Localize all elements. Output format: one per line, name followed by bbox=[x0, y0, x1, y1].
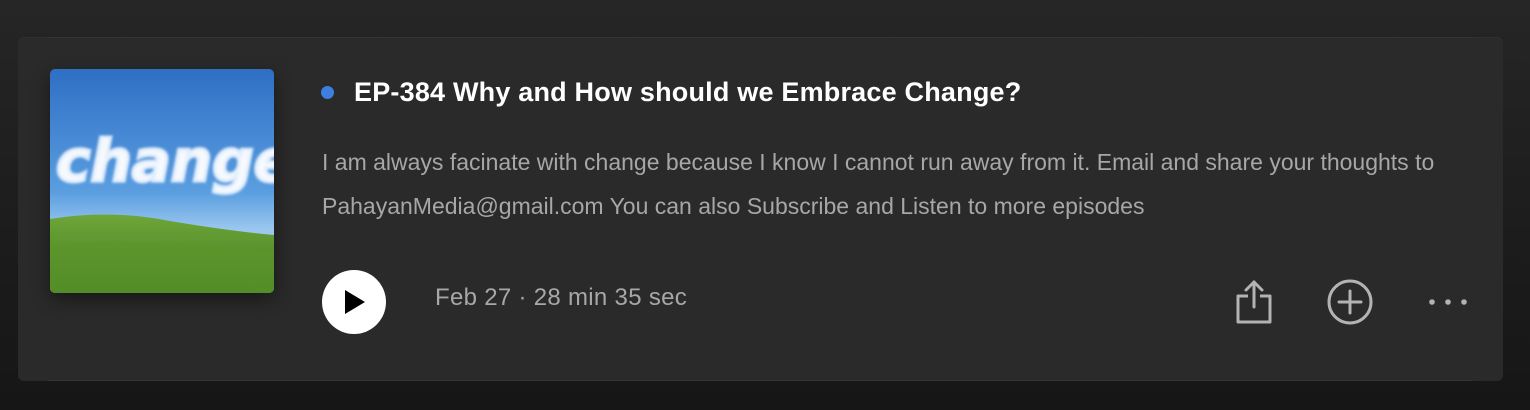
add-circle-icon bbox=[1327, 279, 1373, 325]
title-row: EP-384 Why and How should we Embrace Cha… bbox=[321, 77, 1021, 108]
share-icon bbox=[1236, 280, 1272, 324]
add-to-library-button[interactable] bbox=[1325, 275, 1375, 329]
more-options-button[interactable] bbox=[1423, 275, 1473, 329]
divider bbox=[48, 380, 1473, 381]
divider bbox=[48, 37, 1473, 38]
more-horizontal-icon bbox=[1429, 299, 1467, 305]
cover-title: change bbox=[56, 127, 274, 195]
play-icon bbox=[345, 290, 365, 314]
episode-cover-art[interactable]: change bbox=[50, 69, 274, 293]
play-button[interactable] bbox=[322, 270, 386, 334]
cover-image: change bbox=[50, 69, 274, 293]
episode-card[interactable]: change EP-384 Why and How should we Embr… bbox=[18, 37, 1503, 381]
episode-description: I am always facinate with change because… bbox=[322, 149, 1435, 219]
episode-date-duration: Feb 27 · 28 min 35 sec bbox=[435, 284, 688, 311]
episode-title[interactable]: EP-384 Why and How should we Embrace Cha… bbox=[354, 77, 1021, 108]
share-button[interactable] bbox=[1229, 275, 1279, 329]
new-episode-indicator bbox=[321, 86, 334, 99]
